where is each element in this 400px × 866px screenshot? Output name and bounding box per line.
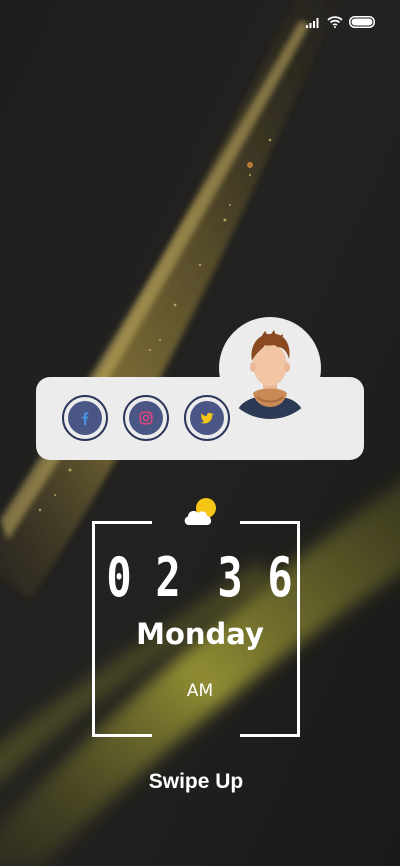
minute-digit-1: 3 [217, 546, 243, 609]
twitter-button[interactable] [184, 395, 230, 441]
clock-time: 0 2 3 6 [0, 548, 400, 608]
battery-icon [349, 16, 375, 28]
avatar[interactable] [219, 317, 321, 419]
am-pm-label: AM [186, 681, 214, 701]
minute-digit-2: 6 [267, 546, 293, 609]
lock-screen: 0 2 3 6 Monday AM Swipe Up [0, 0, 400, 866]
wifi-icon [327, 16, 343, 28]
swipe-up-hint[interactable]: Swipe Up [0, 768, 392, 796]
day-label: Monday [136, 617, 264, 651]
twitter-icon [200, 412, 214, 423]
instagram-icon [139, 411, 153, 425]
status-bar [306, 14, 375, 30]
signal-icon [306, 17, 321, 28]
facebook-icon [82, 412, 89, 425]
instagram-button[interactable] [123, 395, 169, 441]
facebook-button[interactable] [62, 395, 108, 441]
hour-digit-1: 0 [106, 546, 132, 609]
social-links [62, 395, 230, 441]
hour-digit-2: 2 [155, 546, 181, 609]
man-with-scarf-avatar [235, 330, 305, 419]
